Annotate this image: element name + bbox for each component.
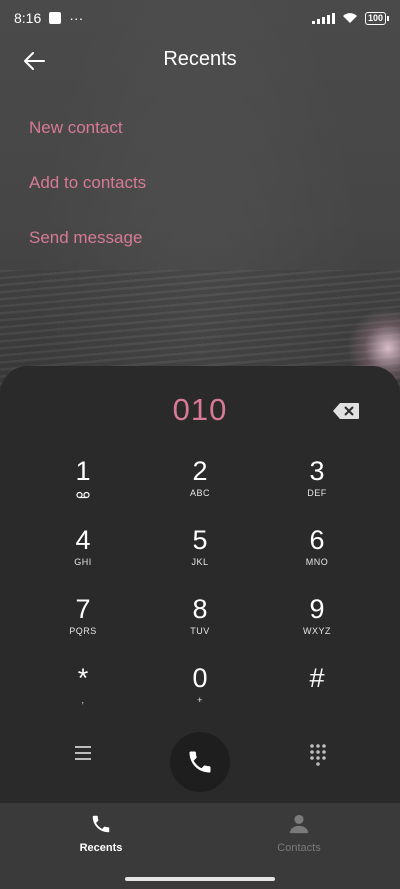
key-9[interactable]: 9 WXYZ bbox=[267, 594, 367, 656]
tab-recents[interactable]: Recents bbox=[41, 813, 161, 854]
battery-icon: 100 bbox=[364, 11, 390, 25]
key-1[interactable]: 1 bbox=[33, 456, 133, 518]
key-letters: GHI bbox=[74, 557, 92, 567]
key-7[interactable]: 7 PQRS bbox=[33, 594, 133, 656]
status-bar: 8:16 ··· 100 bbox=[0, 0, 400, 36]
key-5[interactable]: 5 JKL bbox=[150, 525, 250, 587]
add-to-contacts-option[interactable]: Add to contacts bbox=[29, 173, 146, 193]
status-time: 8:16 bbox=[14, 10, 42, 26]
phone-icon bbox=[92, 815, 110, 833]
key-digit: 7 bbox=[75, 594, 91, 624]
key-letters: JKL bbox=[191, 557, 209, 567]
key-digit: 2 bbox=[192, 456, 208, 486]
key-letters: MNO bbox=[305, 557, 329, 567]
call-button[interactable] bbox=[170, 732, 230, 792]
new-contact-option[interactable]: New contact bbox=[29, 118, 123, 138]
key-3[interactable]: 3 DEF bbox=[267, 456, 367, 518]
person-icon bbox=[289, 814, 309, 834]
key-digit: 3 bbox=[309, 456, 325, 486]
menu-icon[interactable] bbox=[70, 742, 96, 764]
key-letters: PQRS bbox=[69, 626, 97, 636]
key-digit: 0 bbox=[192, 663, 208, 693]
key-digit: 8 bbox=[192, 594, 208, 624]
more-notifications-icon: ··· bbox=[69, 10, 84, 26]
key-digit: 6 bbox=[309, 525, 325, 555]
key-letters: ABC bbox=[189, 488, 210, 498]
key-letters: TUV bbox=[190, 626, 210, 636]
voicemail-icon bbox=[76, 491, 90, 499]
notification-icon bbox=[49, 12, 62, 24]
tab-label: Contacts bbox=[277, 842, 321, 854]
backspace-icon[interactable] bbox=[332, 402, 360, 420]
signal-icon bbox=[311, 12, 335, 24]
key-digit: 1 bbox=[75, 456, 91, 486]
key-letters: , bbox=[81, 695, 85, 705]
key-hash[interactable]: # bbox=[267, 663, 367, 725]
tab-contacts[interactable]: Contacts bbox=[239, 813, 359, 854]
wifi-icon bbox=[342, 13, 357, 23]
key-letters: WXYZ bbox=[303, 626, 331, 636]
key-digit: 5 bbox=[192, 525, 208, 555]
key-8[interactable]: 8 TUV bbox=[150, 594, 250, 656]
key-2[interactable]: 2 ABC bbox=[150, 456, 250, 518]
keypad-toggle-icon[interactable] bbox=[306, 742, 330, 766]
header: Recents bbox=[0, 40, 400, 80]
send-message-option[interactable]: Send message bbox=[29, 228, 142, 248]
home-indicator[interactable] bbox=[125, 877, 275, 881]
phone-icon bbox=[189, 751, 211, 773]
key-6[interactable]: 6 MNO bbox=[267, 525, 367, 587]
key-digit: 9 bbox=[309, 594, 325, 624]
page-title: Recents bbox=[163, 48, 237, 70]
key-letters: DEF bbox=[307, 488, 327, 498]
key-star[interactable]: * , bbox=[33, 663, 133, 725]
key-digit: # bbox=[309, 663, 325, 693]
key-letters: + bbox=[197, 695, 203, 705]
key-digit: * bbox=[77, 663, 89, 693]
tab-label: Recents bbox=[79, 842, 123, 854]
key-digit: 4 bbox=[75, 525, 91, 555]
dialer-panel: 010 1 2 ABC 3 DEF 4 GHI 5 JKL 6 MNO 7 PQ… bbox=[0, 366, 400, 806]
key-4[interactable]: 4 GHI bbox=[33, 525, 133, 587]
key-0[interactable]: 0 + bbox=[150, 663, 250, 725]
